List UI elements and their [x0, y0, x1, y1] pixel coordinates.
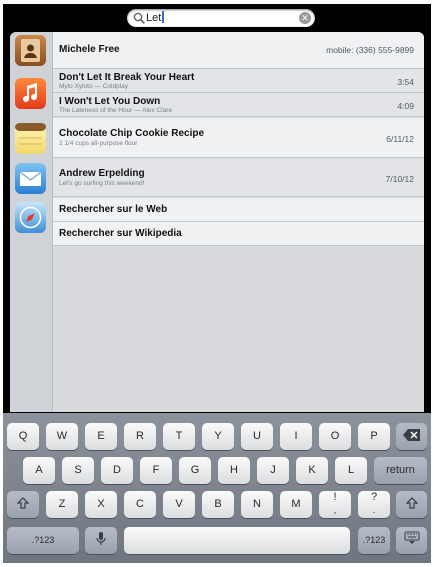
key-f[interactable]: F — [140, 457, 172, 484]
search-results: Michele Free mobile: (336) 555-9899 Don'… — [10, 32, 424, 412]
return-key[interactable]: return — [374, 457, 427, 484]
key-h[interactable]: H — [218, 457, 250, 484]
mail-icon — [15, 163, 46, 194]
key-l[interactable]: L — [335, 457, 367, 484]
search-web-link[interactable]: Rechercher sur le Web — [53, 198, 424, 222]
key-y[interactable]: Y — [202, 423, 234, 450]
web-search-group: Rechercher sur le Web Rechercher sur Wik… — [10, 198, 424, 246]
song-duration: 4:09 — [397, 101, 414, 111]
search-icon — [133, 12, 145, 24]
key-g[interactable]: G — [179, 457, 211, 484]
text-cursor — [162, 11, 165, 23]
result-note[interactable]: Chocolate Chip Cookie Recipe 2 1/4 cups … — [53, 118, 424, 158]
key-e[interactable]: E — [85, 423, 117, 450]
music-icon — [15, 78, 46, 109]
numbers-key-right[interactable]: .?123 — [358, 527, 390, 554]
song-subtitle: The Lateness of the Hour — Alex Clare — [59, 107, 173, 114]
song-title: Don't Let It Break Your Heart — [59, 72, 195, 83]
mail-date: 7/10/12 — [385, 174, 414, 184]
search-web-label: Rechercher sur le Web — [59, 204, 168, 215]
space-bar[interactable] — [124, 527, 350, 554]
clear-icon[interactable]: ✕ — [299, 12, 311, 24]
shift-icon — [16, 497, 30, 509]
result-song[interactable]: I Won't Let You Down The Lateness of the… — [53, 93, 424, 117]
key-w[interactable]: W — [46, 423, 78, 450]
song-duration: 3:54 — [397, 77, 414, 87]
result-mail[interactable]: Andrew Erpelding Let's go surfing this w… — [53, 159, 424, 197]
key-c[interactable]: C — [124, 491, 156, 518]
key-j[interactable]: J — [257, 457, 289, 484]
key-d[interactable]: D — [101, 457, 133, 484]
key-t[interactable]: T — [163, 423, 195, 450]
key-question[interactable]: ? . — [358, 491, 390, 518]
key-b[interactable]: B — [202, 491, 234, 518]
safari-icon — [15, 202, 46, 233]
key-m[interactable]: M — [280, 491, 312, 518]
key-comma: , — [333, 505, 337, 515]
search-query: Let — [146, 11, 165, 25]
key-x[interactable]: X — [85, 491, 117, 518]
mail-group: Andrew Erpelding Let's go surfing this w… — [10, 159, 424, 197]
hide-keyboard-key[interactable] — [396, 527, 427, 554]
key-r[interactable]: R — [124, 423, 156, 450]
key-period: . — [372, 505, 376, 515]
backspace-icon — [402, 429, 420, 441]
key-s[interactable]: S — [62, 457, 94, 484]
contacts-icon — [15, 35, 46, 66]
search-input[interactable]: Let ✕ — [127, 9, 315, 27]
contact-group: Michele Free mobile: (336) 555-9899 — [10, 32, 424, 69]
key-question-main: ? — [370, 491, 378, 503]
mail-sender: Andrew Erpelding — [59, 168, 145, 179]
notes-group: Chocolate Chip Cookie Recipe 2 1/4 cups … — [10, 118, 424, 158]
hide-keyboard-icon — [404, 531, 419, 544]
shift-icon — [405, 497, 418, 509]
key-u[interactable]: U — [241, 423, 273, 450]
search-wikipedia-link[interactable]: Rechercher sur Wikipedia — [53, 222, 424, 246]
result-song[interactable]: Don't Let It Break Your Heart Mylo Xylot… — [53, 69, 424, 93]
key-v[interactable]: V — [163, 491, 195, 518]
key-k[interactable]: K — [296, 457, 328, 484]
key-z[interactable]: Z — [46, 491, 78, 518]
backspace-key[interactable] — [396, 423, 427, 450]
result-contact[interactable]: Michele Free mobile: (336) 555-9899 — [53, 32, 424, 69]
note-date: 6/11/12 — [386, 134, 414, 144]
key-p[interactable]: P — [358, 423, 390, 450]
contact-name: Michele Free — [59, 44, 120, 55]
contact-detail: mobile: (336) 555-9899 — [326, 45, 414, 55]
key-o[interactable]: O — [319, 423, 351, 450]
shift-key-right[interactable] — [396, 491, 427, 518]
song-title: I Won't Let You Down — [59, 96, 161, 107]
key-i[interactable]: I — [280, 423, 312, 450]
mail-preview: Let's go surfing this weekend! — [59, 180, 145, 187]
note-subtitle: 2 1/4 cups all-purpose flour — [59, 140, 138, 147]
search-bar: Let ✕ — [3, 4, 431, 32]
key-exclamation-main: ! — [333, 491, 337, 503]
search-wikipedia-label: Rechercher sur Wikipedia — [59, 228, 182, 239]
microphone-icon — [96, 532, 106, 545]
ipad-frame: Let ✕ Michele Free mobile: (336) 555-989… — [0, 0, 434, 567]
dictation-key[interactable] — [85, 527, 117, 554]
music-group: Don't Let It Break Your Heart Mylo Xylot… — [10, 69, 424, 117]
key-exclamation[interactable]: ! , — [319, 491, 351, 518]
song-subtitle: Mylo Xyloto — Coldplay — [59, 83, 128, 90]
notes-icon — [15, 123, 46, 154]
keyboard: Q W E R T Y U I O P A S D F G H J K L re… — [3, 413, 431, 563]
shift-key-left[interactable] — [7, 491, 39, 518]
key-n[interactable]: N — [241, 491, 273, 518]
key-q[interactable]: Q — [7, 423, 39, 450]
key-a[interactable]: A — [23, 457, 55, 484]
numbers-key-left[interactable]: .?123 — [7, 527, 79, 554]
note-title: Chocolate Chip Cookie Recipe — [59, 128, 205, 139]
